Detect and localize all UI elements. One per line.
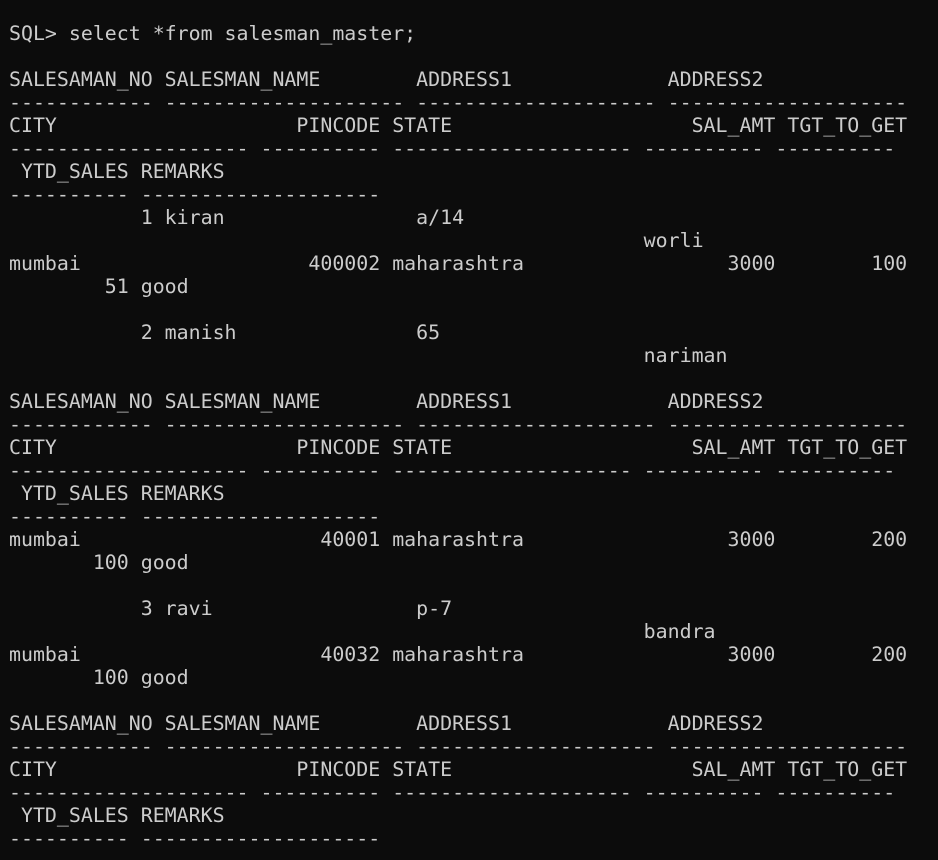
column-header-row-2: CITY PINCODE STATE SAL_AMT TGT_TO_GET bbox=[9, 758, 908, 781]
record-line: bandra bbox=[9, 620, 716, 643]
column-underline-row-3: ---------- -------------------- bbox=[9, 827, 381, 850]
record-line: 3 ravi p-7 bbox=[9, 597, 453, 620]
command-line: SQL> select *from salesman_master; bbox=[9, 22, 417, 45]
record-line: 100 good bbox=[9, 551, 189, 574]
record-line: 1 kiran a/14 bbox=[9, 206, 465, 229]
column-header-row-1: SALESAMAN_NO SALESMAN_NAME ADDRESS1 ADDR… bbox=[9, 390, 764, 413]
column-header-row-3: YTD_SALES REMARKS bbox=[9, 160, 225, 183]
column-header-row-1: SALESAMAN_NO SALESMAN_NAME ADDRESS1 ADDR… bbox=[9, 712, 764, 735]
record-line: 2 manish 65 bbox=[9, 321, 441, 344]
column-underline-row-1: ------------ -------------------- ------… bbox=[9, 91, 908, 114]
column-underline-row-1: ------------ -------------------- ------… bbox=[9, 413, 908, 436]
column-header-row-3: YTD_SALES REMARKS bbox=[9, 804, 225, 827]
column-underline-row-2: -------------------- ---------- --------… bbox=[9, 459, 896, 482]
column-underline-row-1: ------------ -------------------- ------… bbox=[9, 735, 908, 758]
column-underline-row-3: ---------- -------------------- bbox=[9, 183, 381, 206]
terminal-output[interactable]: SQL> select *from salesman_master; SALES… bbox=[0, 0, 938, 860]
record-line: mumbai 40032 maharashtra 3000 200 bbox=[9, 643, 908, 666]
record-line: mumbai 400002 maharashtra 3000 100 bbox=[9, 252, 908, 275]
column-underline-row-3: ---------- -------------------- bbox=[9, 505, 381, 528]
column-header-row-1: SALESAMAN_NO SALESMAN_NAME ADDRESS1 ADDR… bbox=[9, 68, 764, 91]
record-line: 51 good bbox=[9, 275, 189, 298]
column-header-row-2: CITY PINCODE STATE SAL_AMT TGT_TO_GET bbox=[9, 114, 908, 137]
column-header-row-3: YTD_SALES REMARKS bbox=[9, 482, 225, 505]
record-line: nariman bbox=[9, 344, 728, 367]
record-line: worli bbox=[9, 229, 704, 252]
record-line: 100 good bbox=[9, 666, 189, 689]
column-underline-row-2: -------------------- ---------- --------… bbox=[9, 781, 896, 804]
column-underline-row-2: -------------------- ---------- --------… bbox=[9, 137, 896, 160]
column-header-row-2: CITY PINCODE STATE SAL_AMT TGT_TO_GET bbox=[9, 436, 908, 459]
record-line: mumbai 40001 maharashtra 3000 200 bbox=[9, 528, 908, 551]
